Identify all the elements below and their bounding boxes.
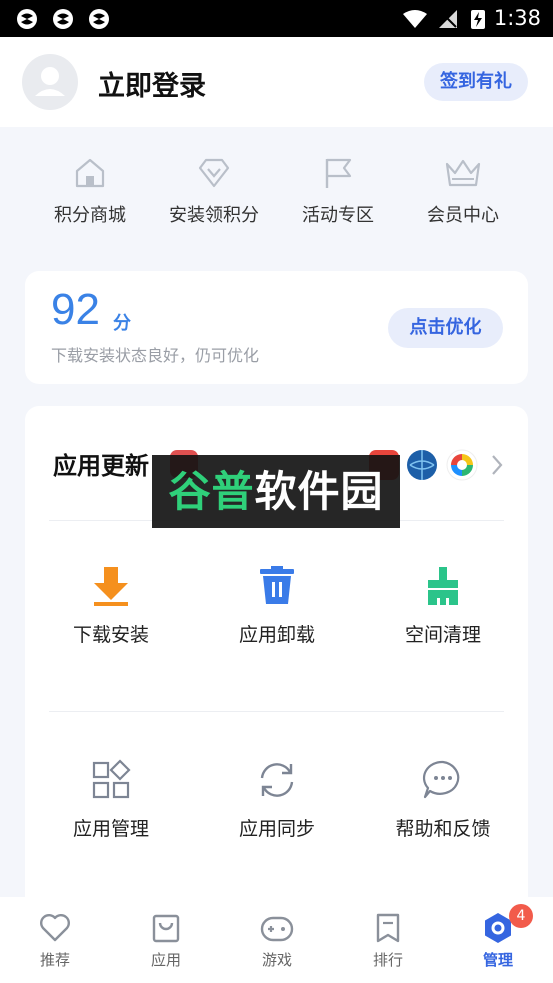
score-description: 下载安装状态良好，仍可优化 [51, 346, 260, 365]
update-app-icon [407, 450, 437, 480]
bookmark-icon [376, 913, 400, 943]
help-feedback-button[interactable]: 帮助和反馈 [373, 758, 513, 841]
nav-label: 管理 [482, 951, 513, 969]
grid-item-label: 应用同步 [238, 818, 315, 840]
download-install-button[interactable]: 下载安装 [41, 564, 181, 647]
download-icon [94, 567, 128, 606]
quick-item-label: 积分商城 [54, 205, 126, 226]
wifi-icon [403, 10, 427, 28]
quick-actions-row: 积分商城 安装领积分 活动专区 会员中心 [0, 127, 553, 257]
nav-label: 排行 [372, 951, 403, 969]
app-notification-icon [53, 9, 73, 29]
chevron-right-icon [492, 455, 503, 475]
nav-tab-games[interactable]: 游戏 [237, 911, 317, 970]
login-link[interactable]: 立即登录 [98, 64, 206, 103]
nav-label: 游戏 [261, 951, 292, 969]
watermark-overlay: 谷普软件园 [152, 455, 400, 528]
gamepad-icon [260, 916, 294, 942]
bottom-navigation: 推荐 应用 游戏 排行 管理 [0, 897, 553, 983]
score-unit: 分 [113, 313, 131, 334]
profile-header: 立即登录 签到有礼 [0, 37, 553, 127]
nav-tab-recommend[interactable]: 推荐 [15, 911, 95, 970]
grid-item-label: 帮助和反馈 [395, 818, 491, 840]
app-grid-icon [92, 759, 131, 799]
app-update-title: 应用更新 [53, 452, 149, 480]
user-avatar-icon [35, 67, 65, 96]
divider [49, 711, 504, 712]
quick-item-install-points[interactable]: 安装领积分 [159, 155, 269, 227]
nav-tab-apps[interactable]: 应用 [126, 911, 206, 970]
battery-charging-icon [471, 10, 485, 29]
watermark-text-part1: 谷普 [168, 467, 255, 516]
quick-item-label: 安装领积分 [169, 205, 259, 226]
device-score: 92 [51, 285, 100, 334]
space-cleanup-button[interactable]: 空间清理 [373, 564, 513, 647]
quick-item-label: 活动专区 [302, 205, 374, 226]
grid-item-label: 应用管理 [72, 818, 149, 840]
broom-icon [428, 567, 458, 605]
watermark-text-part2: 软件园 [254, 467, 384, 516]
signal-off-icon [439, 10, 457, 28]
grid-item-label: 下载安装 [72, 624, 149, 646]
bag-icon [152, 914, 180, 943]
update-app-icon [446, 449, 478, 481]
score-card: 92 分 下载安装状态良好，仍可优化 点击优化 [25, 271, 528, 384]
optimize-button[interactable]: 点击优化 [388, 308, 503, 348]
quick-item-member-center[interactable]: 会员中心 [408, 155, 518, 227]
quick-item-activity-zone[interactable]: 活动专区 [283, 155, 393, 227]
status-bar: 1:38 [0, 0, 553, 37]
chat-icon [423, 760, 460, 799]
trash-icon [260, 566, 294, 604]
app-notification-icon [89, 9, 109, 29]
diamond-icon [198, 158, 230, 188]
house-icon [75, 158, 105, 188]
crown-icon [445, 159, 481, 187]
grid-item-label: 空间清理 [404, 624, 481, 646]
quick-item-points-mall[interactable]: 积分商城 [35, 155, 145, 227]
clock: 1:38 [493, 6, 541, 30]
app-management-button[interactable]: 应用管理 [41, 758, 181, 841]
nav-tab-ranking[interactable]: 排行 [348, 911, 428, 970]
avatar[interactable] [22, 54, 78, 110]
heart-icon [40, 914, 70, 942]
app-notification-icon [17, 9, 37, 29]
watermark-text: 谷普软件园 [152, 455, 400, 528]
sync-icon [260, 763, 294, 797]
grid-item-label: 应用卸载 [238, 624, 315, 646]
notification-badge: 4 [509, 904, 533, 928]
app-uninstall-button[interactable]: 应用卸载 [207, 564, 347, 647]
nav-label: 推荐 [39, 951, 70, 969]
nav-label: 应用 [150, 951, 181, 969]
quick-item-label: 会员中心 [427, 205, 499, 226]
app-sync-button[interactable]: 应用同步 [207, 758, 347, 841]
flag-icon [325, 158, 352, 188]
signin-reward-button[interactable]: 签到有礼 [424, 63, 528, 101]
